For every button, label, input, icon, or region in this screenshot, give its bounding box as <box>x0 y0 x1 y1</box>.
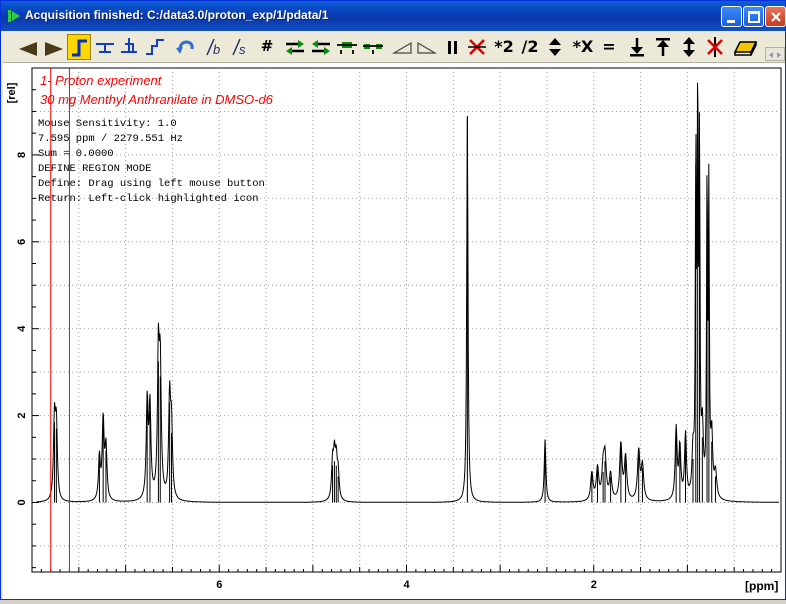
baseline-button[interactable] <box>93 34 117 60</box>
undo-icon <box>176 40 194 54</box>
compress-x-icon <box>286 40 304 55</box>
arrow-bottom-icon <box>630 38 644 57</box>
hash-icon: # <box>260 37 274 55</box>
triangle-left-icon <box>391 41 412 54</box>
times-2-icon: *2 <box>494 37 514 56</box>
info-line: Return: Left-click highlighted icon <box>38 193 259 205</box>
times-x-icon: *X <box>572 37 594 56</box>
cross-red-icon <box>468 39 486 55</box>
info-line: 7.595 ppm / 2279.551 Hz <box>38 133 183 145</box>
zoom-out-x-icon <box>363 44 383 54</box>
y-tick-label: 0 <box>16 499 28 505</box>
scroll-arrows-icon <box>769 52 781 58</box>
eraser-button[interactable] <box>731 34 759 60</box>
toolbar: b s # *2 /2 *X = <box>3 31 785 63</box>
sample-description: 30 mg Menthyl Anthranilate in DMSO-d6 <box>40 92 274 107</box>
maximize-button[interactable] <box>743 6 764 27</box>
expand-x-button[interactable] <box>309 34 333 60</box>
info-line: DEFINE REGION MODE <box>38 163 151 175</box>
integrate-icon <box>146 39 164 55</box>
close-icon <box>771 12 781 22</box>
y-tick-label: 4 <box>16 325 28 332</box>
zoom-in-x-button[interactable] <box>335 34 359 60</box>
move-updown-button[interactable] <box>677 34 701 60</box>
move-up-button[interactable] <box>651 34 675 60</box>
y-tick-label: 8 <box>16 152 28 158</box>
shift-left-button[interactable] <box>17 34 41 60</box>
integrate-button[interactable] <box>143 34 167 60</box>
scale-down-button[interactable]: /2 <box>517 34 543 60</box>
baseline-icon <box>96 43 114 53</box>
scale-updown-button[interactable] <box>543 34 567 60</box>
main-window: Acquisition finished: C:/data3.0/proton_… <box>0 0 786 600</box>
arrow-left-icon <box>19 42 37 56</box>
spectrum-plot[interactable]: 0 2 4 6 8 6 4 2 [rel] [ppm] 1- Proton experime… <box>3 63 785 599</box>
phase-icon <box>72 39 87 57</box>
up-down-arrows-icon <box>549 38 561 56</box>
grid-button[interactable]: # <box>255 34 279 60</box>
cancel-region-icon <box>707 37 723 57</box>
equal-icon: = <box>602 37 616 56</box>
toolbar-scroll-arrows[interactable] <box>765 47 785 61</box>
shift-right-button[interactable] <box>41 34 65 60</box>
pause-button[interactable] <box>441 34 465 60</box>
move-down-button[interactable] <box>625 34 649 60</box>
spectrum-panel[interactable]: 0 2 4 6 8 6 4 2 [rel] [ppm] 1- Proton experime… <box>3 63 785 599</box>
expand-x-icon <box>312 40 330 55</box>
compress-x-button[interactable] <box>283 34 307 60</box>
arrow-right-icon <box>45 42 63 56</box>
divide-2-icon: /2 <box>521 37 539 56</box>
x-tick-label: 4 <box>403 579 410 591</box>
info-line: Define: Drag using left mouse button <box>38 178 265 190</box>
double-arrow-icon <box>683 37 695 57</box>
integral-s-icon: s <box>232 38 246 57</box>
cross-red-button[interactable] <box>465 34 489 60</box>
integral-b-button[interactable]: b <box>203 34 227 60</box>
eraser-icon <box>733 41 758 56</box>
triangle-right-icon <box>417 41 438 54</box>
minimize-button[interactable] <box>721 6 742 27</box>
svg-text:s: s <box>239 42 246 57</box>
equal-button[interactable]: = <box>597 34 621 60</box>
peak-pick-button[interactable] <box>117 34 141 60</box>
zoom-in-x-icon <box>337 42 357 54</box>
x-tick-label: 2 <box>591 579 597 591</box>
window-title: Acquisition finished: C:/data3.0/proton_… <box>25 8 329 22</box>
svg-text:b: b <box>213 42 220 57</box>
pause-icon <box>448 41 457 54</box>
cancel-region-button[interactable] <box>703 34 727 60</box>
x-tick-label: 6 <box>216 579 222 591</box>
scale-x-button[interactable]: *X <box>569 34 597 60</box>
peak-pick-icon <box>121 38 137 53</box>
y-axis-unit-label: [rel] <box>6 82 18 103</box>
triangle-left-button[interactable] <box>391 34 415 60</box>
integral-s-button[interactable]: s <box>229 34 253 60</box>
title-bar[interactable]: Acquisition finished: C:/data3.0/proton_… <box>1 1 786 31</box>
info-line: Sum = 0.0000 <box>38 148 114 160</box>
integral-b-icon: b <box>206 38 220 57</box>
maximize-icon <box>748 11 760 23</box>
close-button[interactable] <box>765 6 786 27</box>
topspin-app-icon <box>8 10 20 22</box>
zoom-out-x-button[interactable] <box>361 34 385 60</box>
minimize-icon <box>727 20 735 23</box>
experiment-title: 1- Proton experiment <box>40 73 163 88</box>
scale-up-button[interactable]: *2 <box>491 34 517 60</box>
undo-button[interactable] <box>173 34 197 60</box>
info-line: Mouse Sensitivity: 1.0 <box>38 118 177 130</box>
triangle-right-button[interactable] <box>415 34 439 60</box>
arrow-top-icon <box>656 38 670 56</box>
y-tick-label: 2 <box>16 413 28 419</box>
y-tick-label: 6 <box>16 239 28 245</box>
phase-correction-button[interactable] <box>67 34 91 60</box>
x-axis-unit-label: [ppm] <box>745 579 778 593</box>
